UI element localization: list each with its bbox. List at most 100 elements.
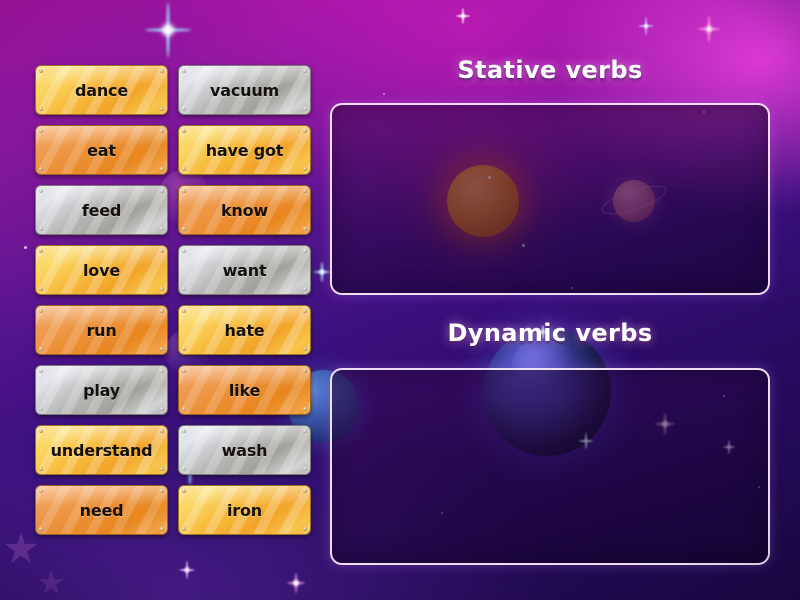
word-tile[interactable]: vacuum xyxy=(178,65,311,115)
rivet-icon xyxy=(182,489,186,493)
rivet-icon xyxy=(160,167,164,171)
category-column: Stative verbs Dynamic verbs xyxy=(330,0,800,600)
rivet-icon xyxy=(39,369,43,373)
rivet-icon xyxy=(303,249,307,253)
rivet-icon xyxy=(182,369,186,373)
word-tile-label: love xyxy=(83,260,120,280)
category-title-dynamic: Dynamic verbs xyxy=(447,319,653,347)
rivet-icon xyxy=(303,107,307,111)
rivet-icon xyxy=(160,489,164,493)
word-tile[interactable]: like xyxy=(178,365,311,415)
rivet-icon xyxy=(160,527,164,531)
word-tile-label: like xyxy=(228,380,261,400)
rivet-icon xyxy=(303,527,307,531)
word-tile[interactable]: run xyxy=(35,305,168,355)
rivet-icon xyxy=(182,107,186,111)
rivet-icon xyxy=(182,189,186,193)
rivet-icon xyxy=(39,167,43,171)
rivet-icon xyxy=(303,429,307,433)
rivet-icon xyxy=(303,69,307,73)
word-tile[interactable]: need xyxy=(35,485,168,535)
word-tile[interactable]: eat xyxy=(35,125,168,175)
rivet-icon xyxy=(182,69,186,73)
word-tile[interactable]: love xyxy=(35,245,168,295)
word-tile-label: have got xyxy=(205,140,284,160)
rivet-icon xyxy=(303,189,307,193)
rivet-icon xyxy=(303,129,307,133)
rivet-icon xyxy=(303,347,307,351)
rivet-icon xyxy=(39,467,43,471)
rivet-icon xyxy=(303,167,307,171)
rivet-icon xyxy=(303,489,307,493)
word-tile[interactable]: hate xyxy=(178,305,311,355)
rivet-icon xyxy=(39,189,43,193)
rivet-icon xyxy=(303,309,307,313)
rivet-icon xyxy=(303,407,307,411)
rivet-icon xyxy=(39,287,43,291)
word-tile-label: hate xyxy=(224,320,265,340)
word-tile[interactable]: play xyxy=(35,365,168,415)
rivet-icon xyxy=(160,309,164,313)
rivet-icon xyxy=(160,189,164,193)
rivet-icon xyxy=(182,167,186,171)
word-tile-label: run xyxy=(86,320,117,340)
rivet-icon xyxy=(160,369,164,373)
rivet-icon xyxy=(182,309,186,313)
word-tile-label: understand xyxy=(50,440,153,460)
rivet-icon xyxy=(160,347,164,351)
rivet-icon xyxy=(39,107,43,111)
word-tile[interactable]: feed xyxy=(35,185,168,235)
word-tile[interactable]: want xyxy=(178,245,311,295)
word-tile-label: vacuum xyxy=(210,80,279,100)
rivet-icon xyxy=(160,129,164,133)
word-tile[interactable]: dance xyxy=(35,65,168,115)
dropzone-stative-verbs[interactable] xyxy=(330,103,770,295)
rivet-icon xyxy=(182,527,186,531)
rivet-icon xyxy=(303,287,307,291)
rivet-icon xyxy=(160,227,164,231)
word-tile-label: wash xyxy=(221,440,268,460)
rivet-icon xyxy=(160,429,164,433)
rivet-icon xyxy=(182,429,186,433)
rivet-icon xyxy=(303,467,307,471)
dropzone-dynamic-verbs[interactable] xyxy=(330,368,770,565)
rivet-icon xyxy=(39,527,43,531)
rivet-icon xyxy=(182,407,186,411)
word-tile[interactable]: know xyxy=(178,185,311,235)
rivet-icon xyxy=(303,369,307,373)
rivet-icon xyxy=(182,347,186,351)
word-tile-label: eat xyxy=(87,140,116,160)
word-tile[interactable]: iron xyxy=(178,485,311,535)
word-tile-label: need xyxy=(79,500,124,520)
word-tile[interactable]: wash xyxy=(178,425,311,475)
rivet-icon xyxy=(39,407,43,411)
rivet-icon xyxy=(39,129,43,133)
rivet-icon xyxy=(160,467,164,471)
rivet-icon xyxy=(182,227,186,231)
category-title-stative: Stative verbs xyxy=(457,56,643,84)
word-tile-label: iron xyxy=(227,500,262,520)
rivet-icon xyxy=(39,347,43,351)
rivet-icon xyxy=(39,69,43,73)
rivet-icon xyxy=(182,467,186,471)
rivet-icon xyxy=(39,309,43,313)
rivet-icon xyxy=(303,227,307,231)
rivet-icon xyxy=(160,287,164,291)
word-tile[interactable]: understand xyxy=(35,425,168,475)
game-stage: dance eat feed love run play understand need vac… xyxy=(0,0,800,600)
rivet-icon xyxy=(160,69,164,73)
rivet-icon xyxy=(182,129,186,133)
word-tile[interactable]: have got xyxy=(178,125,311,175)
rivet-icon xyxy=(182,249,186,253)
rivet-icon xyxy=(39,429,43,433)
word-tile-label: want xyxy=(222,260,267,280)
rivet-icon xyxy=(160,407,164,411)
word-tile-label: play xyxy=(83,380,120,400)
word-tile-label: know xyxy=(220,200,268,220)
word-tile-label: feed xyxy=(81,200,122,220)
rivet-icon xyxy=(39,249,43,253)
word-tile-bank: dance eat feed love run play understand need vac… xyxy=(0,0,340,600)
rivet-icon xyxy=(39,227,43,231)
rivet-icon xyxy=(160,249,164,253)
rivet-icon xyxy=(39,489,43,493)
